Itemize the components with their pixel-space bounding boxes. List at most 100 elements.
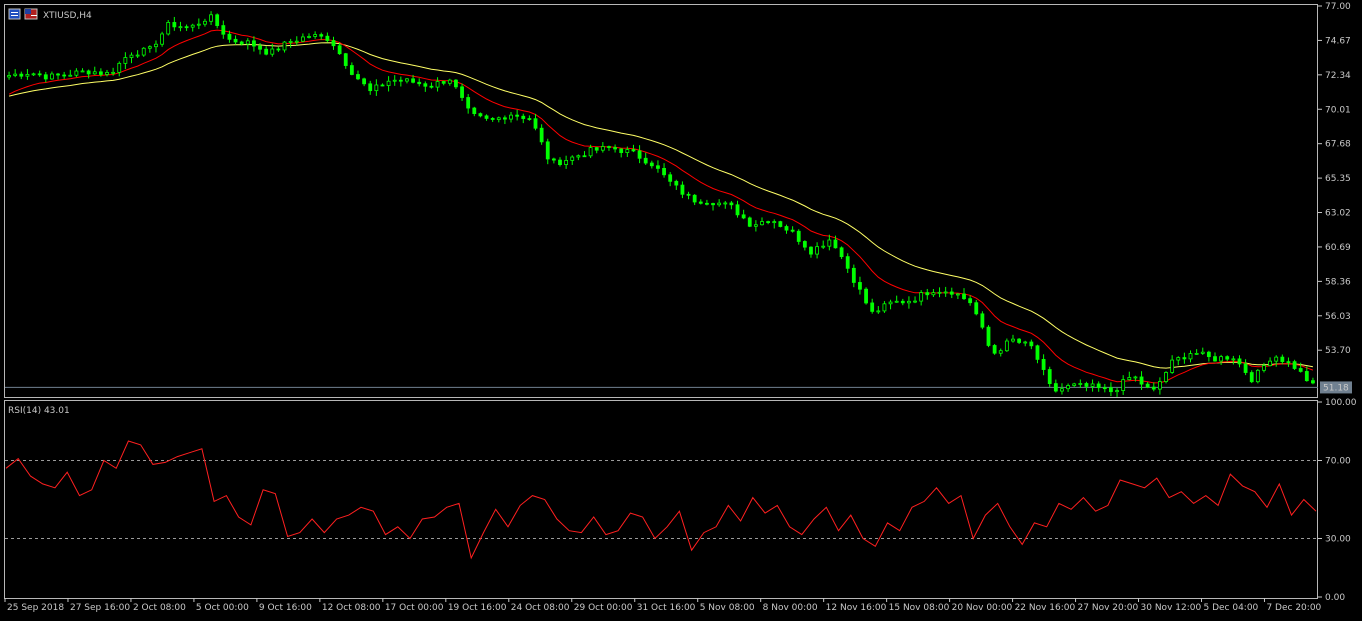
candle [533,118,538,129]
candle [839,247,844,258]
candle [937,291,942,294]
candle [619,148,624,153]
candle [558,159,562,165]
candle [772,221,777,224]
candle [1072,383,1077,386]
candle [625,149,630,153]
rsi-line [5,440,1317,560]
candle [92,71,97,75]
candle [1225,356,1230,360]
candle [711,203,715,206]
candle [466,97,471,109]
candle [1262,365,1266,371]
candle [1090,383,1095,387]
candle [233,38,238,43]
price-tick-label: 53.70 [1325,346,1351,356]
candle [496,117,501,120]
time-tick-label: 7 Dec 20:00 [1266,603,1321,613]
candle [1292,361,1297,369]
candle [588,147,593,157]
candle [570,156,575,161]
candle [686,193,691,196]
time-tick-label: 27 Sep 16:00 [70,603,130,613]
time-tick-label: 5 Oct 00:00 [196,603,249,613]
rsi-pane-border [4,400,1318,599]
time-tick-label: 19 Oct 16:00 [448,603,507,613]
candle [1311,380,1315,384]
time-tick-label: 20 Nov 00:00 [952,603,1013,613]
price-tick-label: 77.00 [1325,2,1351,12]
candle [154,43,158,48]
candle [962,293,966,300]
candle [1029,341,1034,347]
candle [949,291,954,295]
candle [888,301,893,305]
time-tick-label: 22 Nov 16:00 [1015,603,1076,613]
candle [980,313,985,328]
candle [1151,386,1156,390]
candle [7,75,11,78]
candle [325,35,330,41]
candle [778,221,783,227]
price-axis: 77.00 74.67 72.34 70.01 67.68 65.35 63.02 60.69… [1318,2,1351,356]
candle [790,229,795,232]
rsi-tick-label: 0.00 [1325,593,1345,603]
candle [594,147,599,151]
candle [129,54,134,58]
candle [729,202,734,206]
candle [74,70,79,76]
candle [178,26,183,29]
candle [760,221,764,226]
candle [882,303,887,312]
candle [1274,356,1279,362]
price-tick-label: 58.36 [1325,277,1351,287]
candle [705,202,709,205]
time-tick-label: 31 Oct 16:00 [637,603,696,613]
candle [1004,340,1009,352]
candle [1194,352,1199,355]
candle [1060,388,1064,392]
candle [1219,356,1224,362]
candle [1011,338,1015,342]
candle [723,202,728,205]
price-tick-label: 70.01 [1325,105,1351,115]
candle [1268,360,1272,367]
candle [1206,351,1211,358]
time-tick-label: 29 Oct 00:00 [574,603,633,613]
candle [478,113,483,117]
candle [368,83,373,92]
candle [582,155,587,158]
candle [637,150,642,159]
candle [435,81,440,88]
rsi-label: RSI(14) 43.01 [8,406,70,416]
candle [600,146,605,151]
candle [472,107,477,115]
candle [13,73,18,76]
candle [172,22,177,28]
candle [1096,383,1101,389]
candle [1066,385,1070,390]
candle [1035,345,1040,360]
candle [166,22,171,35]
candle [925,292,930,296]
candle [80,70,85,73]
candle [1280,356,1285,363]
candle [668,174,673,182]
candle [809,246,813,255]
candle [190,24,195,28]
candle [98,71,103,75]
candle [141,47,146,56]
candle [86,70,91,75]
candle [674,180,679,186]
candle [215,14,220,26]
candle [1188,353,1193,360]
candle [1084,383,1089,387]
time-tick-label: 27 Nov 20:00 [1078,603,1139,613]
candle [955,293,960,296]
candle [356,74,360,80]
candle [943,291,948,294]
ma-slow-line [8,42,1313,369]
candle [319,34,324,37]
candle [68,74,73,77]
candle [1243,363,1248,373]
